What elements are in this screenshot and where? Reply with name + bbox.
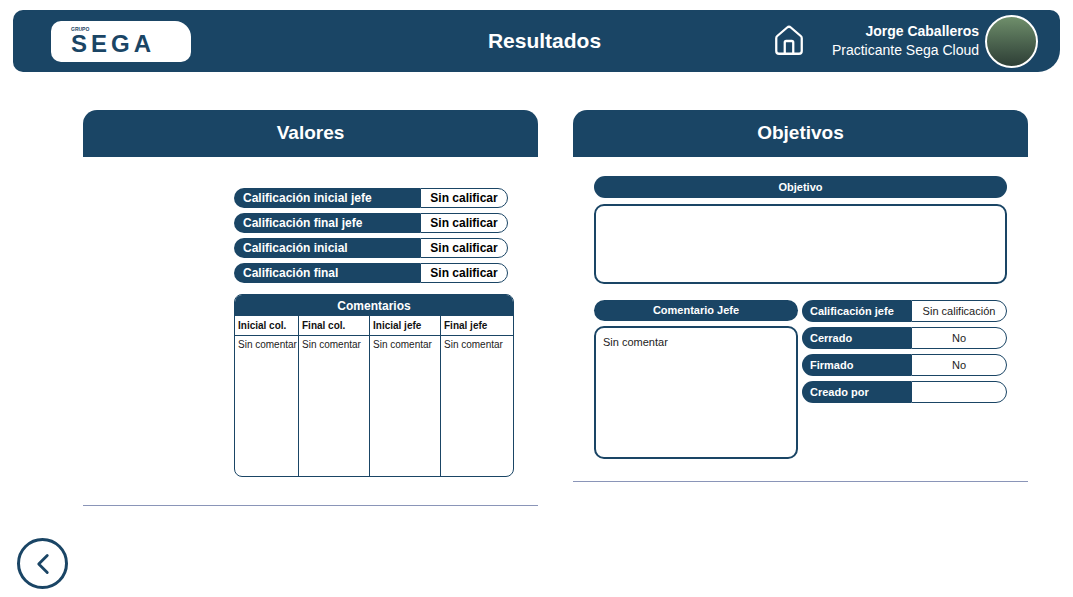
logo: GRUPOSEGA [51,21,191,62]
user-name: Jorge Caballeros [865,22,979,41]
rating-label: Calificación inicial jefe [234,188,420,208]
rating-value: Sin calificar [420,213,508,233]
field-value [911,381,1007,403]
rating-label: Calificación final [234,263,420,283]
rating-value: Sin calificar [420,188,508,208]
field-label: Cerrado [802,327,911,349]
rating-value: Sin calificar [420,238,508,258]
page-title: Resultados [488,25,601,57]
objectives-panel: Objetivos Objetivo Comentario Jefe Sin come… [573,110,1028,506]
panel-header: Valores [83,110,538,157]
column-cell: Sin comentar [370,336,440,352]
column-header: Inicial jefe [370,316,440,336]
column-header: Inicial col. [235,316,298,336]
rating-row: Calificación final jefeSin calificar [234,213,508,233]
panels: ValoresCalificación inicial jefeSin cali… [83,110,1073,506]
column-cell: Sin comentar [235,336,298,352]
comments-column: Final col.Sin comentar [299,316,370,476]
values-panel: ValoresCalificación inicial jefeSin cali… [83,110,538,506]
column-cell: Sin comentar [299,336,369,352]
results-page: GRUPOSEGA Resultados Jorge CaballerosPract… [0,0,1073,597]
objective-field: FirmadoNo [802,354,1007,376]
field-value: No [911,327,1007,349]
objective-field: CerradoNo [802,327,1007,349]
rating-label: Calificación final jefe [234,213,420,233]
objective-label: Objetivo [594,176,1007,198]
column-cell: Sin comentar [441,336,513,352]
field-value: No [911,354,1007,376]
column-header: Final col. [299,316,369,336]
objective-box [594,204,1007,284]
rating-row: Calificación inicial jefeSin calificar [234,188,508,208]
panel-header: Objetivos [573,110,1028,157]
chevron-left-icon [26,547,60,581]
objective-field: Calificación jefeSin calificación [802,300,1007,322]
rating-value: Sin calificar [420,263,508,283]
field-value: Sin calificación [911,300,1007,322]
user-role: Practicante Sega Cloud [832,41,979,60]
user-info: Jorge CaballerosPracticante Sega Cloud [832,22,979,60]
field-label: Firmado [802,354,911,376]
back-button[interactable] [17,538,68,589]
comments-column: Inicial col.Sin comentar [235,316,299,476]
comments-title: Comentarios [235,295,513,316]
home-icon[interactable] [772,24,806,58]
rating-label: Calificación inicial [234,238,420,258]
logo-main-text: SEGA [71,32,191,56]
rating-row: Calificación inicialSin calificar [234,238,508,258]
user-avatar [985,15,1038,68]
objective-field: Creado por [802,381,1007,403]
comments-table: ComentariosInicial col.Sin comentarFinal… [234,294,514,477]
rating-row: Calificación finalSin calificar [234,263,508,283]
field-label: Creado por [802,381,911,403]
boss-comment-box: Sin comentar [594,326,798,459]
header-bar: GRUPOSEGA Resultados Jorge CaballerosPract… [13,10,1060,72]
comments-column: Final jefeSin comentar [441,316,513,476]
column-header: Final jefe [441,316,513,336]
boss-comment-label: Comentario Jefe [594,300,798,321]
comments-column: Inicial jefeSin comentar [370,316,441,476]
field-label: Calificación jefe [802,300,911,322]
